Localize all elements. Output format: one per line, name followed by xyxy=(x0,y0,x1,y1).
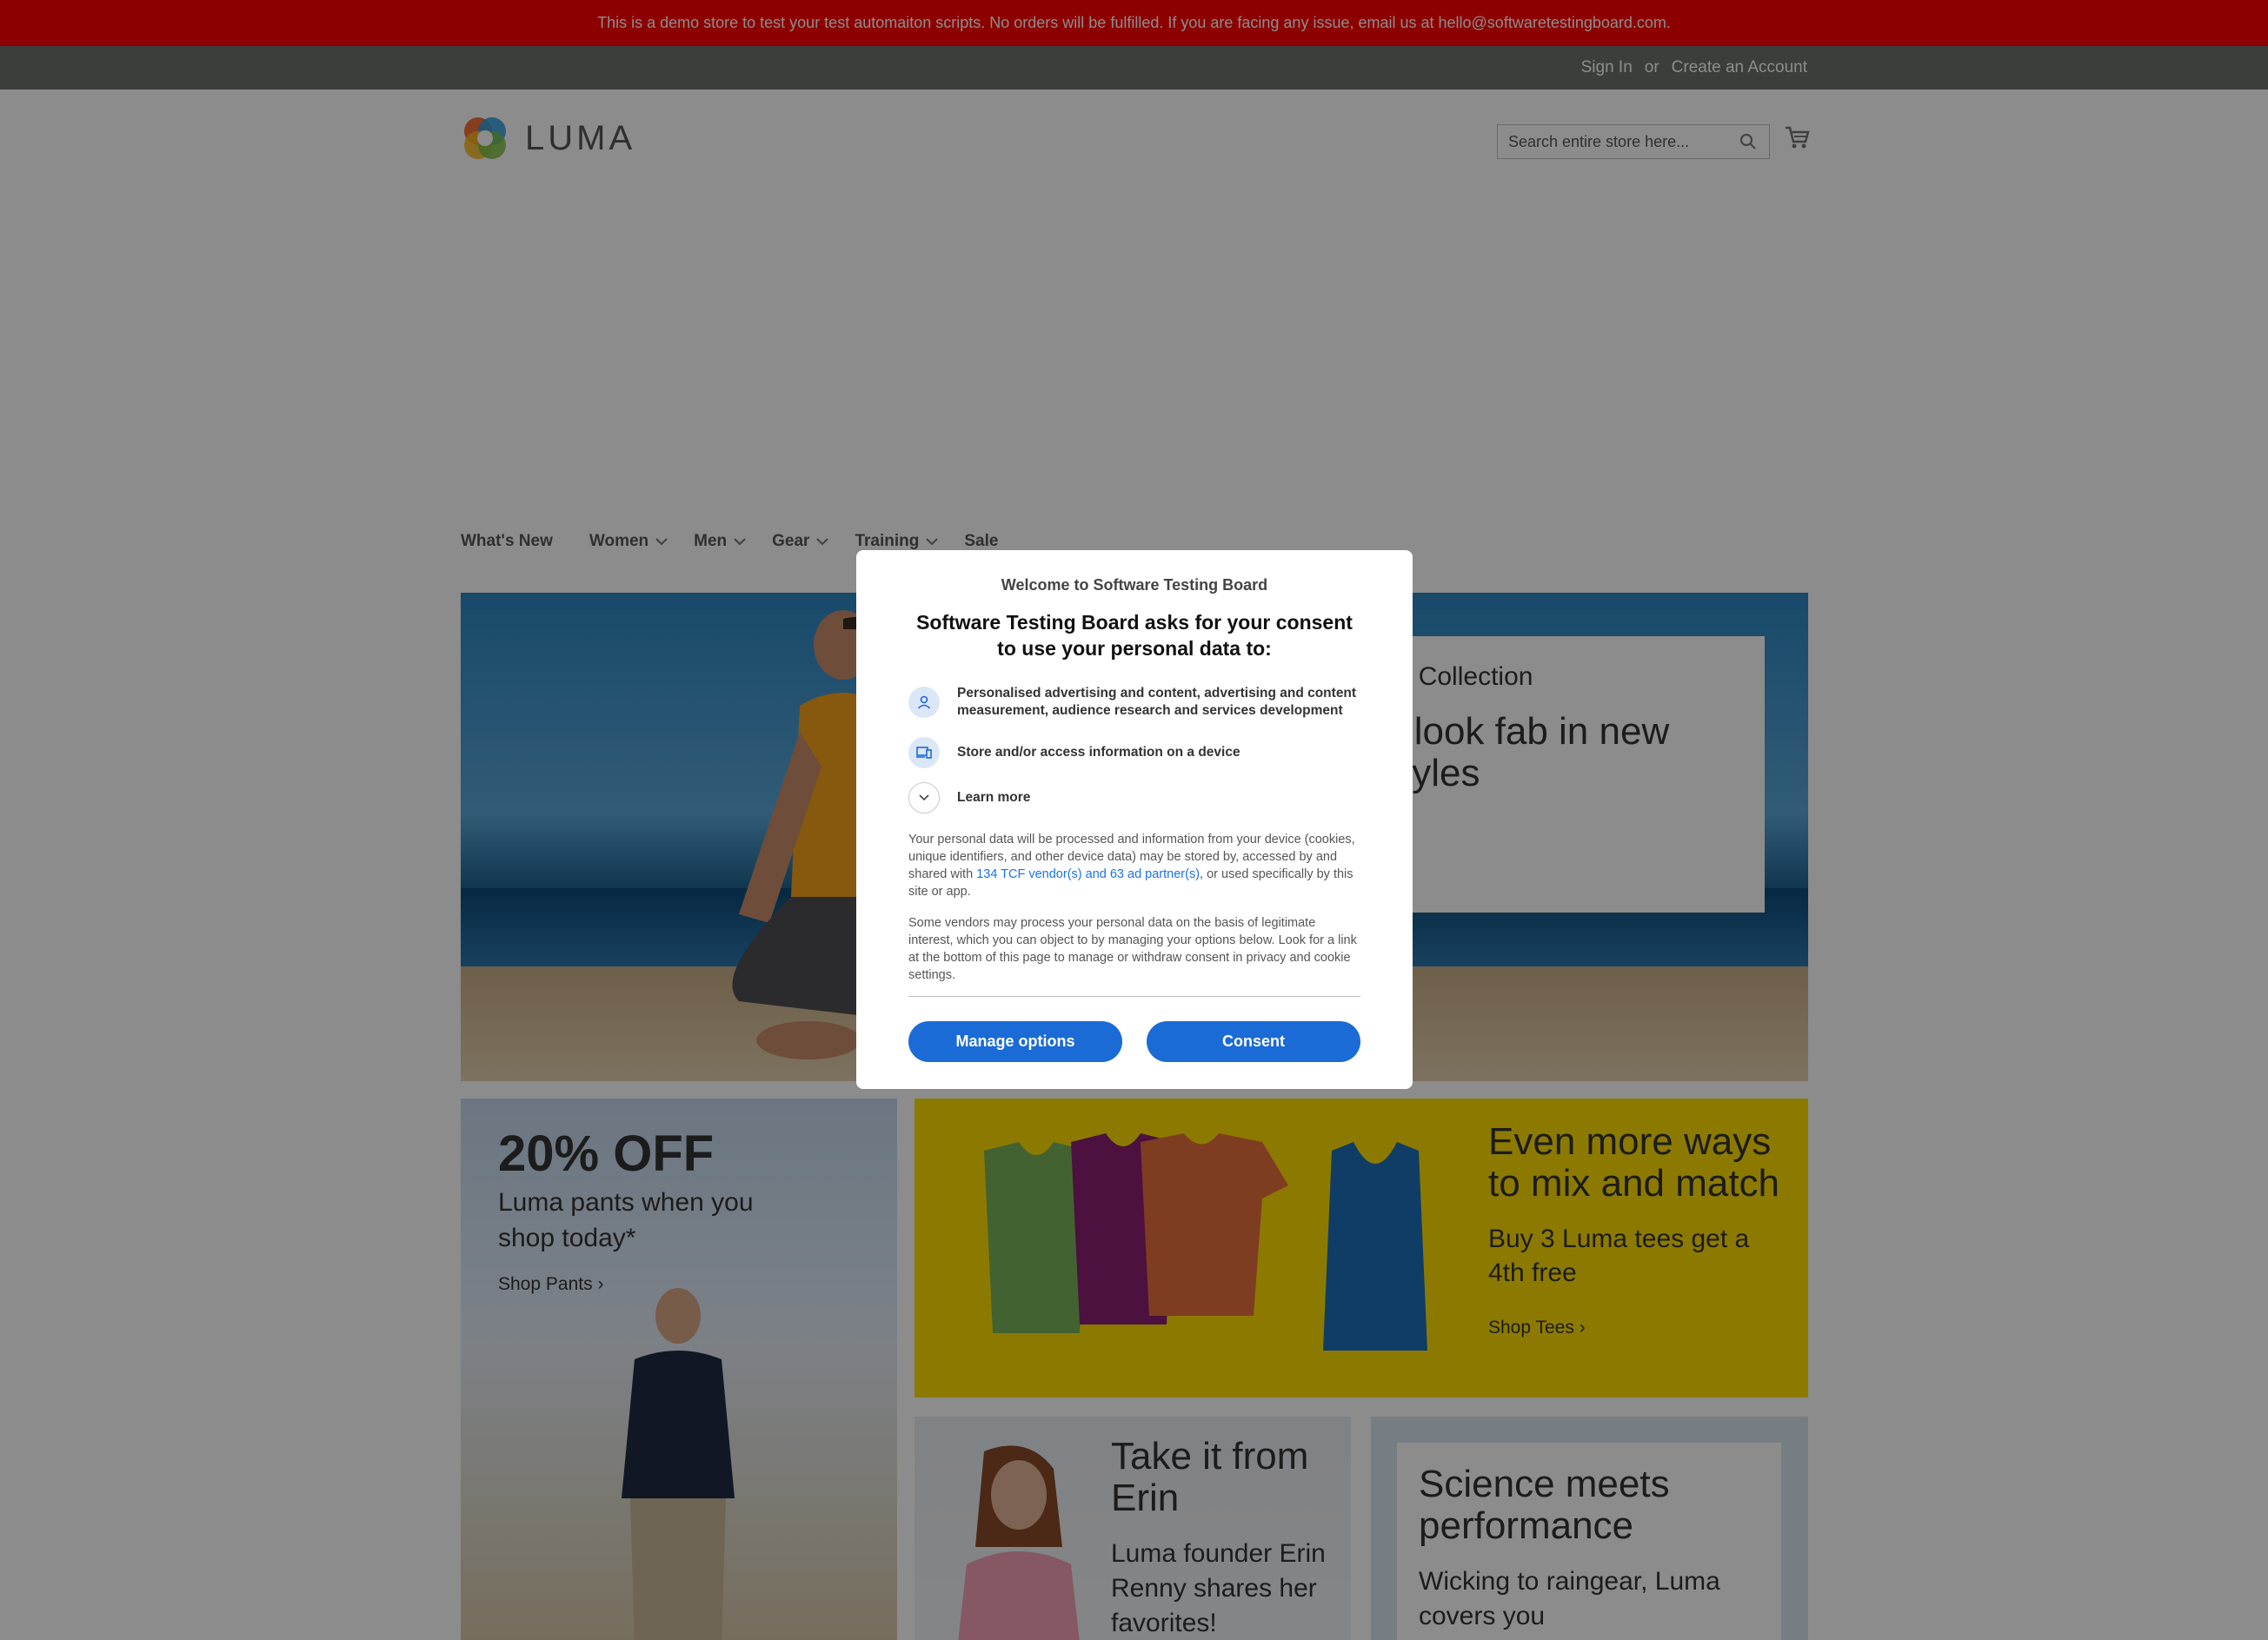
consent-button[interactable]: Consent xyxy=(1147,1021,1360,1063)
consent-dialog: Welcome to Software Testing Board Softwa… xyxy=(856,550,1413,1089)
vendors-link[interactable]: 134 TCF vendor(s) and 63 ad partner(s) xyxy=(976,867,1200,881)
purpose-item: Personalised advertising and content, ad… xyxy=(908,685,1360,720)
consent-title: Software Testing Board asks for your con… xyxy=(916,611,1353,660)
consent-divider xyxy=(908,996,1360,998)
learn-more-toggle[interactable]: Learn more xyxy=(908,782,1360,814)
manage-options-button[interactable]: Manage options xyxy=(908,1021,1122,1063)
devices-icon xyxy=(908,737,940,769)
consent-actions: Manage options Consent xyxy=(908,1021,1360,1063)
person-icon xyxy=(908,686,940,718)
consent-welcome: Welcome to Software Testing Board xyxy=(1001,576,1268,594)
purpose-text: Personalised advertising and content, ad… xyxy=(957,685,1357,718)
consent-paragraph-1: Your personal data will be processed and… xyxy=(908,831,1360,900)
purpose-text: Store and/or access information on a dev… xyxy=(957,744,1240,760)
chevron-down-icon xyxy=(908,782,940,814)
learn-more-label: Learn more xyxy=(957,790,1031,806)
purpose-item: Store and/or access information on a dev… xyxy=(908,737,1360,769)
consent-paragraph-2: Some vendors may process your personal d… xyxy=(908,916,1357,983)
